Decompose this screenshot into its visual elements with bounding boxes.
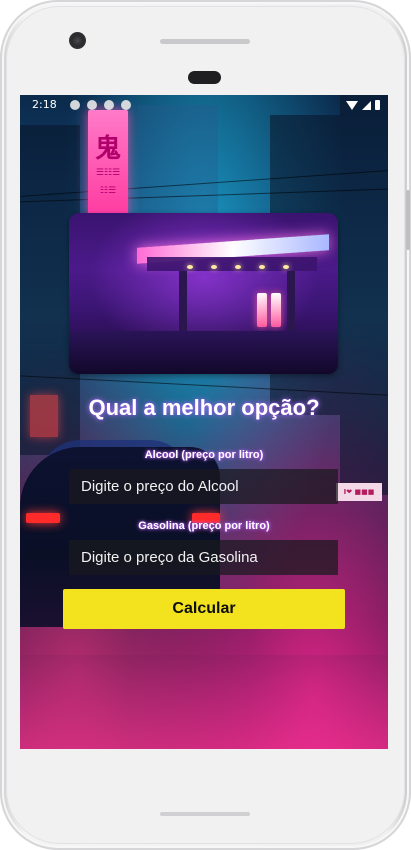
alcool-label: Alcool (preço por litro) [144, 449, 264, 461]
battery-icon [375, 100, 380, 110]
canopy-light [283, 265, 289, 269]
station-pillar [287, 271, 295, 331]
neon-sign-glyph: ☷☰ [99, 186, 117, 196]
status-bar: 2:18 [20, 95, 388, 115]
app-screen: 鬼 ☰☷☰ ☷☰ I❤ ■■■ 2:18 Qual a melhor opção… [20, 95, 388, 749]
gasolina-price-input[interactable] [69, 540, 338, 575]
canopy-light [211, 265, 217, 269]
neon-sign-glyph: ☰☷☰ [95, 168, 121, 178]
front-camera [69, 32, 86, 49]
shield-icon [104, 100, 114, 110]
assistant-icon [87, 100, 97, 110]
notification-icons [70, 100, 131, 110]
sim-card-icon [121, 100, 131, 110]
background-building [340, 95, 388, 495]
bottom-speaker [160, 812, 250, 816]
wifi-icon [346, 100, 358, 110]
phone-frame: 鬼 ☰☷☰ ☷☰ I❤ ■■■ 2:18 Qual a melhor opção… [0, 0, 411, 850]
volume-button [406, 190, 410, 250]
status-time: 2:18 [32, 98, 57, 111]
canopy-light [259, 265, 265, 269]
earpiece-speaker [160, 39, 250, 44]
station-ground [69, 331, 338, 374]
system-icons [346, 100, 380, 110]
wet-road-reflection [20, 655, 388, 749]
gasolina-label: Gasolina (preço por litro) [138, 520, 270, 532]
canopy-light [235, 265, 241, 269]
fuel-pump [271, 293, 281, 327]
street-sign: I❤ ■■■ [336, 483, 382, 501]
gas-station-image [69, 213, 338, 374]
calculate-button[interactable]: Calcular [63, 589, 345, 629]
alcool-price-input[interactable] [69, 469, 338, 504]
page-title: Qual a melhor opção? [88, 395, 320, 420]
fuel-pump [257, 293, 267, 327]
proximity-sensor [188, 71, 221, 84]
station-pillar [179, 271, 187, 331]
settings-icon [70, 100, 80, 110]
signal-icon [362, 100, 371, 110]
station-canopy-underside [147, 257, 317, 271]
canopy-light [187, 265, 193, 269]
neon-sign: 鬼 ☰☷☰ ☷☰ [88, 110, 128, 218]
neon-sign-glyph: 鬼 [94, 134, 121, 164]
